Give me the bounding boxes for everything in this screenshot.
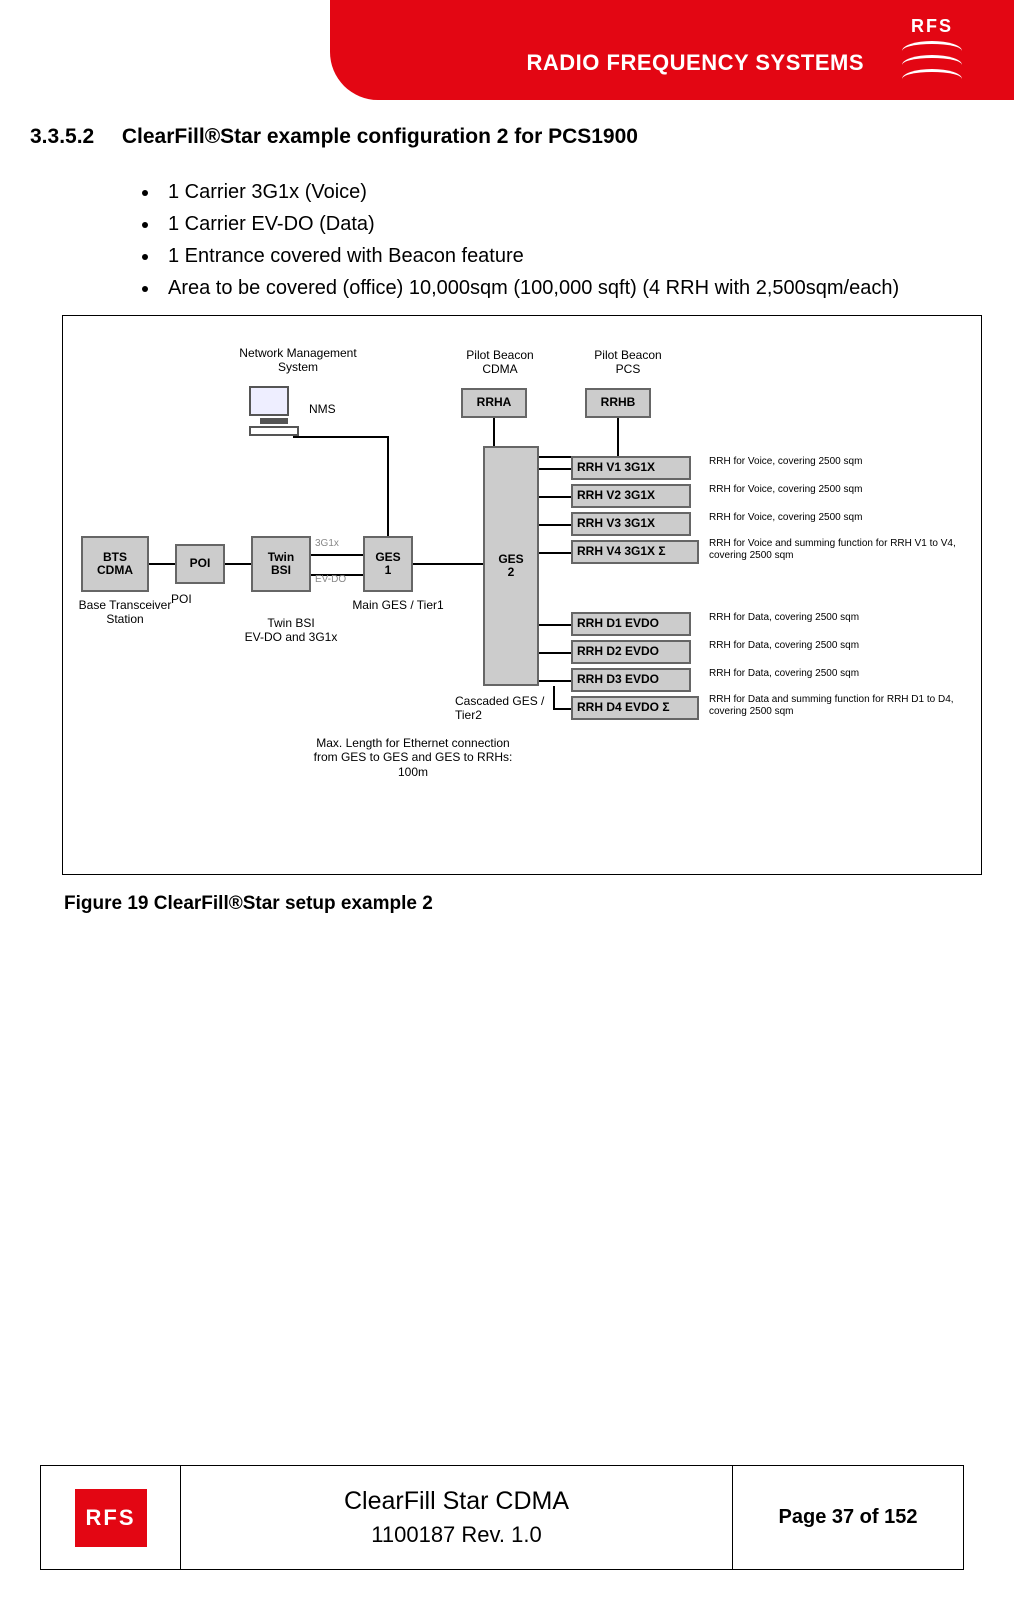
ges1-label: Main GES / Tier1 [323,598,473,612]
twin-bsi-label: Twin BSI EV-DO and 3G1x [221,616,361,645]
rrh-v3-box: RRH V3 3G1X [571,512,691,536]
link-3g1x-label: 3G1x [315,538,339,550]
pilot-cdma-label: Pilot Beacon CDMA [445,348,555,377]
footer-doc-revision: 1100187 Rev. 1.0 [371,1522,541,1548]
footer-page-cell: Page 37 of 152 [733,1466,963,1569]
page-header: RADIO FREQUENCY SYSTEMS RFS [0,0,1014,100]
footer-doc-title: ClearFill Star CDMA [344,1487,569,1516]
rrh-d2-box: RRH D2 EVDO [571,640,691,664]
brand-tagline: RADIO FREQUENCY SYSTEMS [527,50,864,76]
rrh-d4-note: RRH for Data and summing function for RR… [709,694,979,717]
rrha-box: RRHA [461,388,527,418]
rrh-d1-note: RRH for Data, covering 2500 sqm [709,612,969,624]
rrh-v4-note: RRH for Voice and summing function for R… [709,538,979,561]
ges2-box: GES 2 [483,446,539,686]
footer-title-cell: ClearFill Star CDMA 1100187 Rev. 1.0 [181,1466,733,1569]
pilot-pcs-label: Pilot Beacon PCS [573,348,683,377]
rfs-logo-icon: RFS [902,16,962,84]
nms-title-label: Network Management System [213,346,383,375]
bullet-list: 1 Carrier 3G1x (Voice) 1 Carrier EV-DO (… [160,177,984,303]
rrh-d1-box: RRH D1 EVDO [571,612,691,636]
bts-label: Base Transceiver Station [65,598,185,627]
bts-box: BTS CDMA [81,536,149,592]
list-item: 1 Carrier EV-DO (Data) [160,209,984,239]
link-evdo-label: EV-DO [315,574,346,586]
rrh-v4-box: RRH V4 3G1X Σ [571,540,699,564]
nms-label: NMS [309,402,336,416]
ethernet-note: Max. Length for Ethernet connection from… [263,736,563,779]
rrh-v1-box: RRH V1 3G1X [571,456,691,480]
list-item: Area to be covered (office) 10,000sqm (1… [160,273,984,303]
list-item: 1 Carrier 3G1x (Voice) [160,177,984,207]
rrh-d3-box: RRH D3 EVDO [571,668,691,692]
list-item: 1 Entrance covered with Beacon feature [160,241,984,271]
rrh-d2-note: RRH for Data, covering 2500 sqm [709,640,969,652]
rrhb-box: RRHB [585,388,651,418]
twin-bsi-box: Twin BSI [251,536,311,592]
figure-caption: Figure 19 ClearFill®Star setup example 2 [64,893,984,915]
rrh-v2-box: RRH V2 3G1X [571,484,691,508]
rrh-v2-note: RRH for Voice, covering 2500 sqm [709,484,969,496]
computer-icon [249,386,299,436]
rrh-v1-note: RRH for Voice, covering 2500 sqm [709,456,969,468]
network-diagram: Network Management System NMS Pilot Beac… [62,315,982,875]
rrh-v3-note: RRH for Voice, covering 2500 sqm [709,512,969,524]
page-content: 3.3.5.2 ClearFill®Star example configura… [30,125,984,915]
section-heading: 3.3.5.2 ClearFill®Star example configura… [30,125,984,149]
ges1-box: GES 1 [363,536,413,592]
footer-logo-cell: RFS [41,1466,181,1569]
poi-label: POI [171,592,192,606]
rrh-d4-box: RRH D4 EVDO Σ [571,696,699,720]
poi-box: POI [175,544,225,584]
footer-rfs-logo-icon: RFS [75,1489,147,1547]
section-number: 3.3.5.2 [30,125,116,149]
footer-page-number: Page 37 of 152 [779,1506,918,1529]
section-title: ClearFill®Star example configuration 2 f… [122,125,638,148]
page-footer: RFS ClearFill Star CDMA 1100187 Rev. 1.0… [40,1465,964,1570]
rrh-d3-note: RRH for Data, covering 2500 sqm [709,668,969,680]
